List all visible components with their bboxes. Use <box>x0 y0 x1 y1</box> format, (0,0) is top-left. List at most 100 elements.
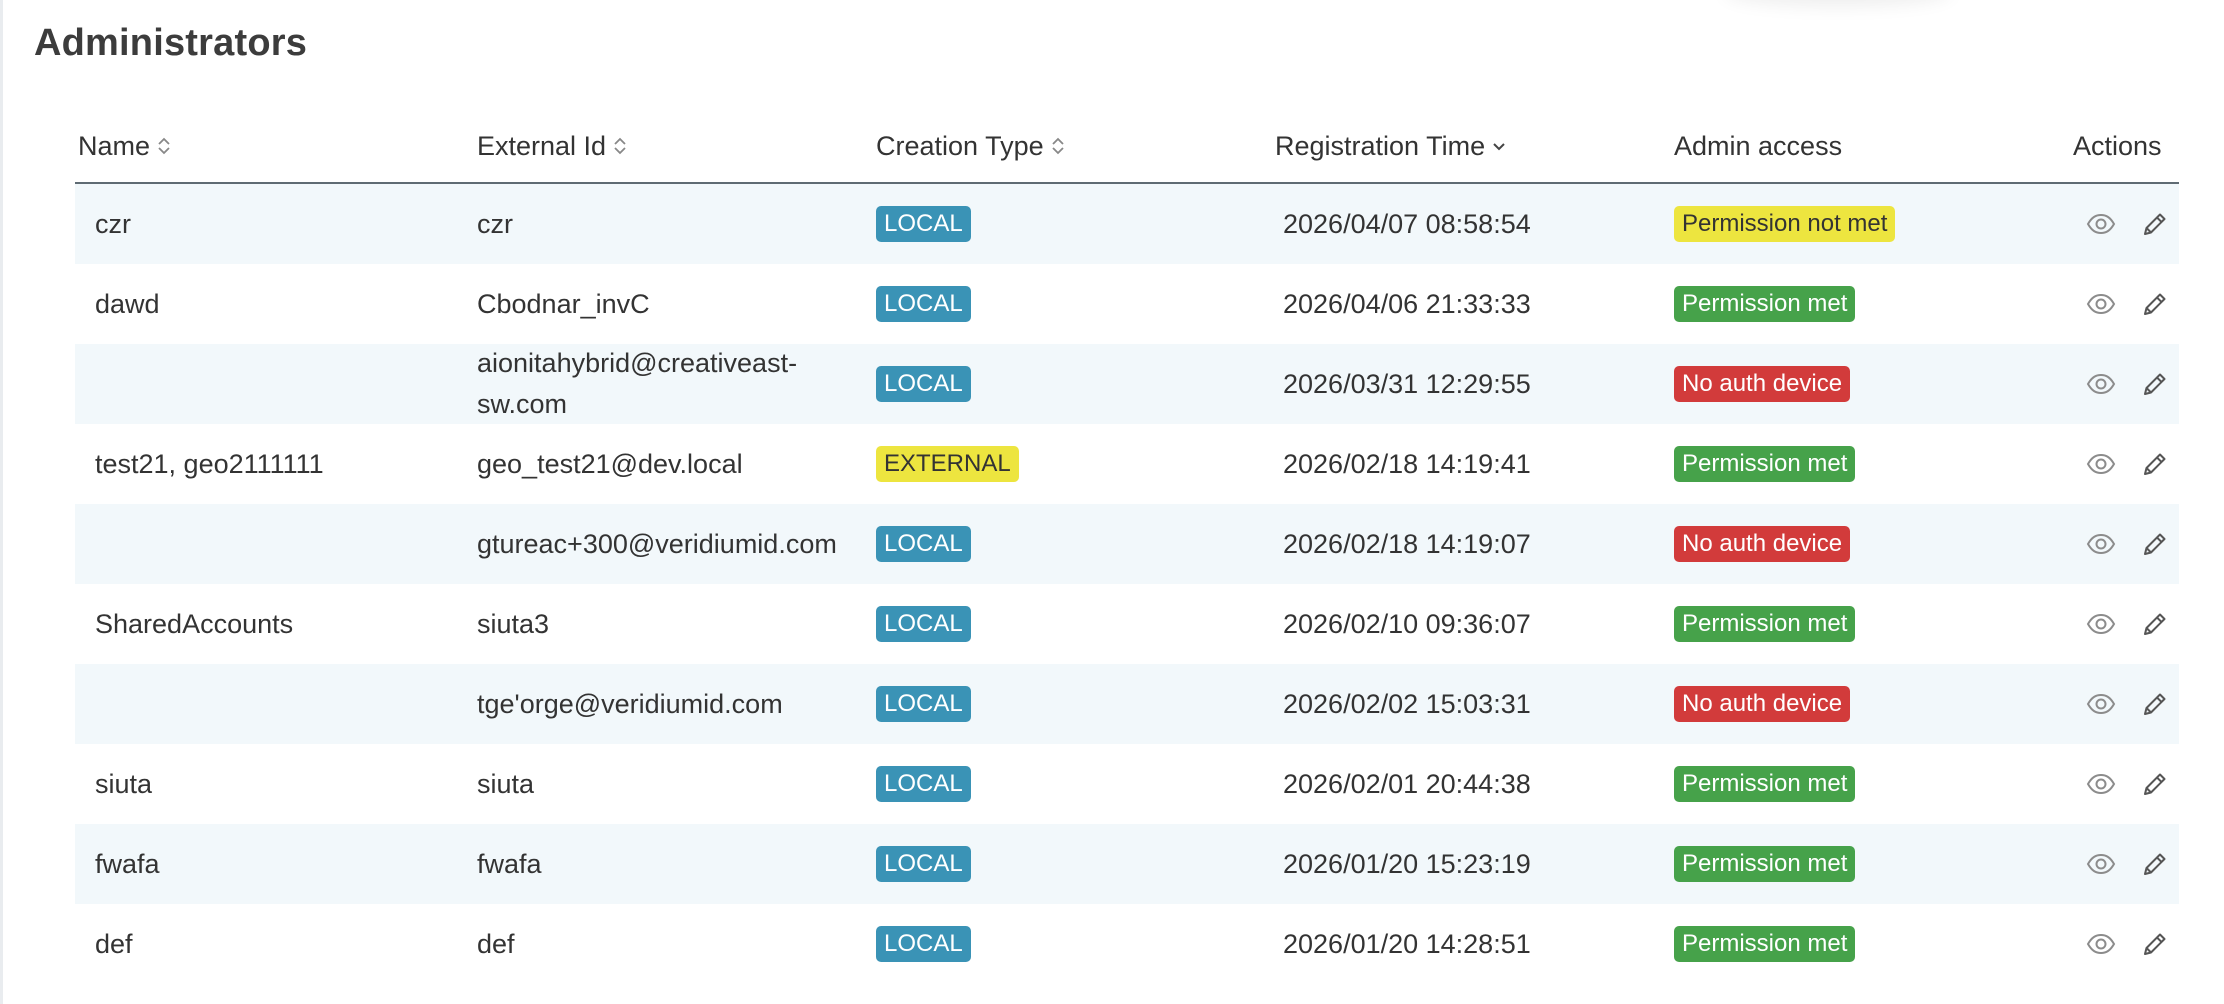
cell-registration-time: 2026/02/18 14:19:07 <box>1283 528 1531 559</box>
cell-creation-type: LOCAL <box>876 264 971 344</box>
cell-name: siuta <box>95 768 153 799</box>
cell-admin-access: Permission not met <box>1674 184 1896 264</box>
cell-creation-type: LOCAL <box>876 184 971 264</box>
table-row[interactable]: test21, geo2111111 geo_test21@dev.local EX… <box>75 424 2179 504</box>
column-header-name[interactable]: Name <box>78 120 172 182</box>
column-header-registration-time-label: Registration Time <box>1275 131 1486 161</box>
cell-registration-time: 2026/04/06 21:33:33 <box>1283 288 1531 319</box>
column-header-admin-access: Admin access <box>1674 120 1842 182</box>
creation-type-badge: LOCAL <box>876 846 971 882</box>
pencil-icon[interactable] <box>2139 528 2171 560</box>
admin-access-badge: Permission met <box>1674 766 1856 802</box>
eye-icon[interactable] <box>2085 448 2117 480</box>
pencil-icon[interactable] <box>2139 368 2171 400</box>
column-header-registration-time[interactable]: Registration Time <box>1275 120 1507 182</box>
cell-registration-time: 2026/01/20 15:23:19 <box>1283 848 1531 879</box>
creation-type-badge: LOCAL <box>876 526 971 562</box>
eye-icon[interactable] <box>2085 288 2117 320</box>
cell-external-id: siuta3 <box>477 608 550 639</box>
column-header-external-id-label: External Id <box>477 131 607 161</box>
cell-creation-type: LOCAL <box>876 584 971 664</box>
sort-unsorted-icon[interactable] <box>612 122 628 155</box>
cell-admin-access: No auth device <box>1674 664 1851 744</box>
pencil-icon[interactable] <box>2139 848 2171 880</box>
eye-icon[interactable] <box>2085 688 2117 720</box>
cell-admin-access: No auth device <box>1674 504 1851 584</box>
cell-registration-time: 2026/03/31 12:29:55 <box>1283 368 1531 399</box>
admin-access-badge: No auth device <box>1674 526 1851 562</box>
cell-name: SharedAccounts <box>95 608 294 639</box>
admin-access-badge: Permission not met <box>1674 206 1896 242</box>
creation-type-badge: LOCAL <box>876 686 971 722</box>
table-row[interactable]: def def LOCAL 2026/01/20 14:28:51 Permission… <box>75 904 2179 984</box>
eye-icon[interactable] <box>2085 928 2117 960</box>
cell-external-id: siuta <box>477 768 535 799</box>
cell-external-id: geo_test21@dev.local <box>477 448 743 479</box>
table-row[interactable]: SharedAccounts siuta3 LOCAL 2026/02/10 09:3… <box>75 584 2179 664</box>
column-header-actions-label: Actions <box>2073 131 2162 161</box>
cell-registration-time: 2026/02/01 20:44:38 <box>1283 768 1531 799</box>
cell-external-id: def <box>477 928 515 959</box>
cell-registration-time: 2026/01/20 14:28:51 <box>1283 928 1531 959</box>
eye-icon[interactable] <box>2085 608 2117 640</box>
pencil-icon[interactable] <box>2139 288 2171 320</box>
table-row[interactable]: dawd Cbodnar_invC LOCAL 2026/04/06 21:33:33… <box>75 264 2179 344</box>
cell-external-id: aionitahybrid@creativeast-sw.com <box>477 348 798 419</box>
pencil-icon[interactable] <box>2139 768 2171 800</box>
eye-icon[interactable] <box>2085 208 2117 240</box>
cell-external-id: tge'orge@veridiumid.com <box>477 688 783 719</box>
table-row[interactable]: gtureac+300@veridiumid.com LOCAL 2026/02/1… <box>75 504 2179 584</box>
table-body: czr czr LOCAL 2026/04/07 08:58:54 Permission… <box>75 184 2179 984</box>
admin-access-badge: No auth device <box>1674 686 1851 722</box>
cell-admin-access: Permission met <box>1674 264 1856 344</box>
pencil-icon[interactable] <box>2139 208 2171 240</box>
creation-type-badge: EXTERNAL <box>876 446 1019 482</box>
creation-type-badge: LOCAL <box>876 606 971 642</box>
eye-icon[interactable] <box>2085 768 2117 800</box>
cell-registration-time: 2026/02/10 09:36:07 <box>1283 608 1531 639</box>
pencil-icon[interactable] <box>2139 448 2171 480</box>
admin-access-badge: Permission met <box>1674 846 1856 882</box>
column-header-name-label: Name <box>78 131 151 161</box>
creation-type-badge: LOCAL <box>876 206 971 242</box>
table-row[interactable]: siuta siuta LOCAL 2026/02/01 20:44:38 Permis… <box>75 744 2179 824</box>
cell-creation-type: LOCAL <box>876 344 971 424</box>
cell-name: def <box>95 928 133 959</box>
column-header-creation-type[interactable]: Creation Type <box>876 120 1066 182</box>
table-row[interactable]: fwafa fwafa LOCAL 2026/01/20 15:23:19 Permis… <box>75 824 2179 904</box>
table-row[interactable]: czr czr LOCAL 2026/04/07 08:58:54 Permission… <box>75 184 2179 264</box>
table-row[interactable]: aionitahybrid@creativeast-sw.com LOCAL 202… <box>75 344 2179 424</box>
sort-descending-icon[interactable] <box>1491 122 1507 151</box>
pencil-icon[interactable] <box>2139 928 2171 960</box>
cell-creation-type: EXTERNAL <box>876 424 1019 504</box>
admin-access-badge: Permission met <box>1674 926 1856 962</box>
cell-name: czr <box>95 208 131 239</box>
cell-admin-access: Permission met <box>1674 424 1856 504</box>
sort-unsorted-icon[interactable] <box>1050 122 1066 155</box>
cell-name: fwafa <box>95 848 160 879</box>
creation-type-badge: LOCAL <box>876 286 971 322</box>
cell-external-id: fwafa <box>477 848 542 879</box>
eye-icon[interactable] <box>2085 528 2117 560</box>
column-header-external-id[interactable]: External Id <box>477 120 628 182</box>
cell-admin-access: No auth device <box>1674 344 1851 424</box>
pencil-icon[interactable] <box>2139 688 2171 720</box>
sort-unsorted-icon[interactable] <box>156 122 172 155</box>
admin-access-badge: No auth device <box>1674 366 1851 402</box>
creation-type-badge: LOCAL <box>876 366 971 402</box>
cell-admin-access: Permission met <box>1674 584 1856 664</box>
column-header-creation-type-label: Creation Type <box>876 131 1044 161</box>
creation-type-badge: LOCAL <box>876 766 971 802</box>
admin-access-badge: Permission met <box>1674 606 1856 642</box>
admin-access-badge: Permission met <box>1674 446 1856 482</box>
cell-external-id: gtureac+300@veridiumid.com <box>477 528 837 559</box>
eye-icon[interactable] <box>2085 368 2117 400</box>
pencil-icon[interactable] <box>2139 608 2171 640</box>
page-title: Administrators <box>34 22 308 64</box>
table-row[interactable]: tge'orge@veridiumid.com LOCAL 2026/02/02 1… <box>75 664 2179 744</box>
cell-external-id: Cbodnar_invC <box>477 288 650 319</box>
cell-registration-time: 2026/02/02 15:03:31 <box>1283 688 1531 719</box>
administrators-page: Administrators Name External Id Creation… <box>0 0 2224 1004</box>
eye-icon[interactable] <box>2085 848 2117 880</box>
column-header-admin-access-label: Admin access <box>1674 131 1843 161</box>
